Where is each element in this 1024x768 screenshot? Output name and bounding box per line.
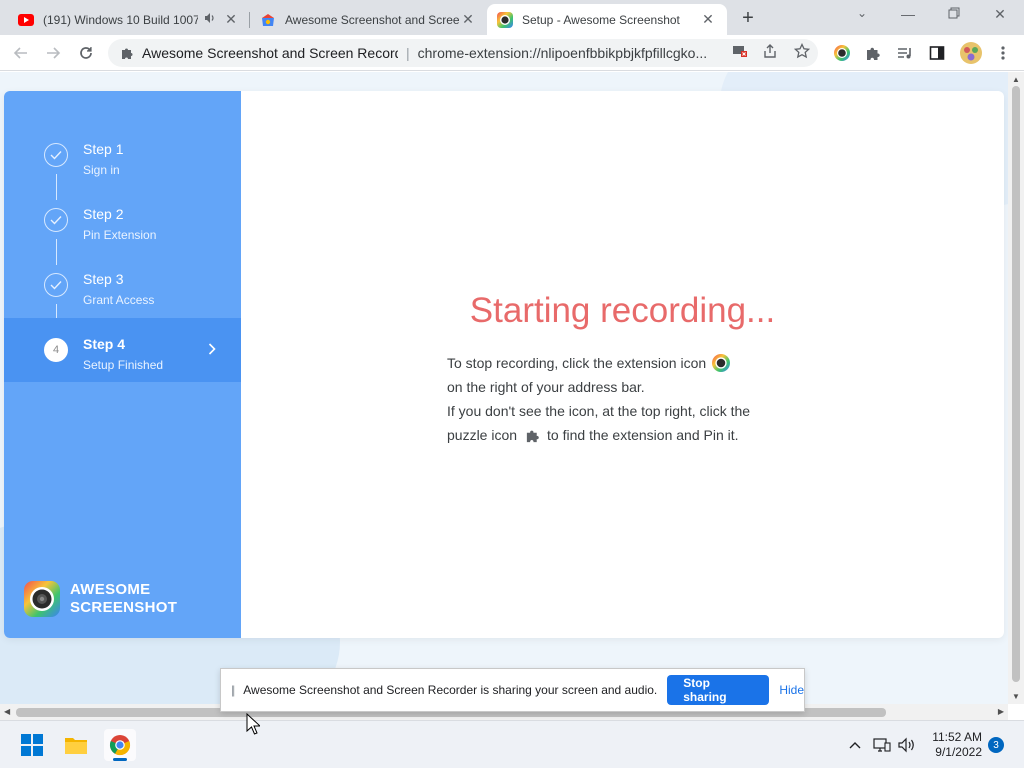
tab-title: (191) Windows 10 Build 1007 xyxy=(43,12,198,27)
folder-icon xyxy=(65,738,87,754)
webstore-icon xyxy=(260,12,276,28)
new-tab-button[interactable]: + xyxy=(738,7,758,30)
side-panel-icon[interactable] xyxy=(928,44,946,62)
scroll-down-arrow-icon[interactable]: ▼ xyxy=(1012,692,1020,701)
sidebar-step-3[interactable]: Step 3 Grant Access xyxy=(4,253,241,317)
step-subtitle: Sign in xyxy=(83,163,120,177)
awesome-screenshot-icon xyxy=(497,11,513,28)
volume-icon[interactable] xyxy=(898,736,916,754)
windows-logo-icon xyxy=(21,734,43,756)
step-title: Step 4 xyxy=(83,336,126,352)
hide-button[interactable]: Hide xyxy=(779,683,804,697)
page-title: Starting recording... xyxy=(469,291,776,330)
instruction-text: To stop recording, click the extension i… xyxy=(447,355,707,371)
checkmark-icon xyxy=(44,208,68,232)
drag-handle-icon[interactable]: || xyxy=(231,683,235,697)
notification-badge[interactable]: 3 xyxy=(988,737,1004,753)
close-tab-icon[interactable]: ✕ xyxy=(699,11,717,28)
chrome-icon xyxy=(109,735,131,756)
system-clock[interactable]: 11:52 AM 9/1/2022 xyxy=(922,730,982,760)
profile-avatar[interactable] xyxy=(960,42,982,64)
restore-button[interactable] xyxy=(944,6,964,22)
page-viewport: Step 1 Sign in Step 2 Pin Extension Step… xyxy=(0,72,1008,704)
sidebar-step-2[interactable]: Step 2 Pin Extension xyxy=(4,188,241,252)
step-number-badge: 4 xyxy=(44,338,68,362)
step-subtitle: Setup Finished xyxy=(83,358,164,372)
forward-button[interactable] xyxy=(42,42,64,64)
scrollbar-thumb[interactable] xyxy=(1012,86,1020,682)
puzzle-icon xyxy=(523,426,541,444)
tab-youtube[interactable]: (191) Windows 10 Build 1007 ✕ xyxy=(8,4,250,35)
awesome-screenshot-logo-icon xyxy=(24,581,60,617)
step-subtitle: Grant Access xyxy=(83,293,155,307)
sidebar-step-4[interactable]: 4 Step 4 Setup Finished xyxy=(4,318,241,382)
sidebar-step-1[interactable]: Step 1 Sign in xyxy=(4,123,241,187)
show-hidden-icons-chevron-icon[interactable] xyxy=(846,736,864,754)
close-tab-icon[interactable]: ✕ xyxy=(222,11,240,28)
awesome-screenshot-logo: AWESOME SCREENSHOT xyxy=(24,581,177,617)
mouse-cursor-icon xyxy=(246,712,262,740)
instruction-line: on the right of your address bar. xyxy=(447,379,645,395)
step-title: Step 1 xyxy=(83,141,124,157)
site-label: Awesome Screenshot and Screen Recorde xyxy=(142,45,398,61)
chrome-taskbar-button[interactable] xyxy=(104,729,136,761)
scroll-left-arrow-icon[interactable]: ◀ xyxy=(4,707,10,716)
screen-share-blocked-icon[interactable] xyxy=(730,41,750,61)
instruction-line: To stop recording, click the extension i… xyxy=(447,351,807,375)
sharing-message: Awesome Screenshot and Screen Recorder i… xyxy=(243,683,658,697)
media-control-icon[interactable] xyxy=(896,44,914,62)
chevron-right-icon xyxy=(208,342,216,360)
tab-webstore[interactable]: Awesome Screenshot and Screen ✕ xyxy=(250,4,487,35)
tab-search-chevron-icon[interactable]: ⌄ xyxy=(852,6,872,20)
clock-time: 11:52 AM xyxy=(932,730,982,744)
tab-strip: (191) Windows 10 Build 1007 ✕ Awesome Sc… xyxy=(0,0,1024,35)
address-bar[interactable]: Awesome Screenshot and Screen Recorde | … xyxy=(108,39,818,67)
youtube-icon xyxy=(18,12,34,28)
close-tab-icon[interactable]: ✕ xyxy=(459,11,477,28)
step-subtitle: Pin Extension xyxy=(83,228,157,242)
menu-kebab-icon[interactable] xyxy=(994,44,1012,62)
scroll-up-arrow-icon[interactable]: ▲ xyxy=(1012,75,1020,84)
setup-sidebar: Step 1 Sign in Step 2 Pin Extension Step… xyxy=(4,91,241,638)
url-text: chrome-extension://nlipoenfbbikpbjkfpfil… xyxy=(417,45,708,61)
clock-date: 9/1/2022 xyxy=(935,745,982,759)
stop-sharing-button[interactable]: Stop sharing xyxy=(667,675,770,705)
share-icon[interactable] xyxy=(760,41,780,61)
back-button[interactable] xyxy=(10,42,32,64)
scroll-right-arrow-icon[interactable]: ▶ xyxy=(998,707,1004,716)
screen-sharing-bar: || Awesome Screenshot and Screen Recorde… xyxy=(220,668,805,712)
tab-title: Awesome Screenshot and Screen xyxy=(285,12,459,27)
instruction-line: puzzle icon to find the extension and Pi… xyxy=(447,423,807,447)
close-window-button[interactable]: ✕ xyxy=(990,6,1010,23)
speaker-icon[interactable] xyxy=(204,12,216,27)
tab-setup[interactable]: Setup - Awesome Screenshot ✕ xyxy=(487,4,727,35)
puzzle-icon xyxy=(120,46,134,60)
url-divider: | xyxy=(406,45,410,61)
minimize-button[interactable]: — xyxy=(898,6,918,22)
step-title: Step 2 xyxy=(83,206,124,222)
logo-line-2: SCREENSHOT xyxy=(70,599,178,616)
reload-button[interactable] xyxy=(75,42,97,64)
network-icon[interactable] xyxy=(873,736,891,754)
instruction-text: to find the extension and Pin it. xyxy=(547,427,739,443)
start-button[interactable] xyxy=(16,729,48,761)
bookmark-star-icon[interactable] xyxy=(792,41,812,61)
file-explorer-button[interactable] xyxy=(60,729,92,761)
awesome-screenshot-extension-icon[interactable] xyxy=(833,44,851,62)
vertical-scrollbar[interactable]: ▲ ▼ xyxy=(1008,72,1024,704)
checkmark-icon xyxy=(44,273,68,297)
instruction-line: If you don't see the icon, at the top ri… xyxy=(447,403,751,419)
active-indicator xyxy=(113,758,127,761)
windows-taskbar: 11:52 AM 9/1/2022 3 xyxy=(0,720,1024,768)
step-title: Step 3 xyxy=(83,271,124,287)
extensions-puzzle-icon[interactable] xyxy=(864,44,882,62)
tab-title: Setup - Awesome Screenshot xyxy=(522,12,680,27)
awesome-screenshot-extension-icon xyxy=(712,354,731,372)
browser-toolbar: Awesome Screenshot and Screen Recorde | … xyxy=(0,35,1024,71)
instructions-text: To stop recording, click the extension i… xyxy=(447,351,807,447)
logo-wordmark: AWESOME SCREENSHOT xyxy=(70,581,177,617)
instruction-text: puzzle icon xyxy=(447,427,518,443)
logo-line-1: AWESOME xyxy=(70,581,151,598)
checkmark-icon xyxy=(44,143,68,167)
